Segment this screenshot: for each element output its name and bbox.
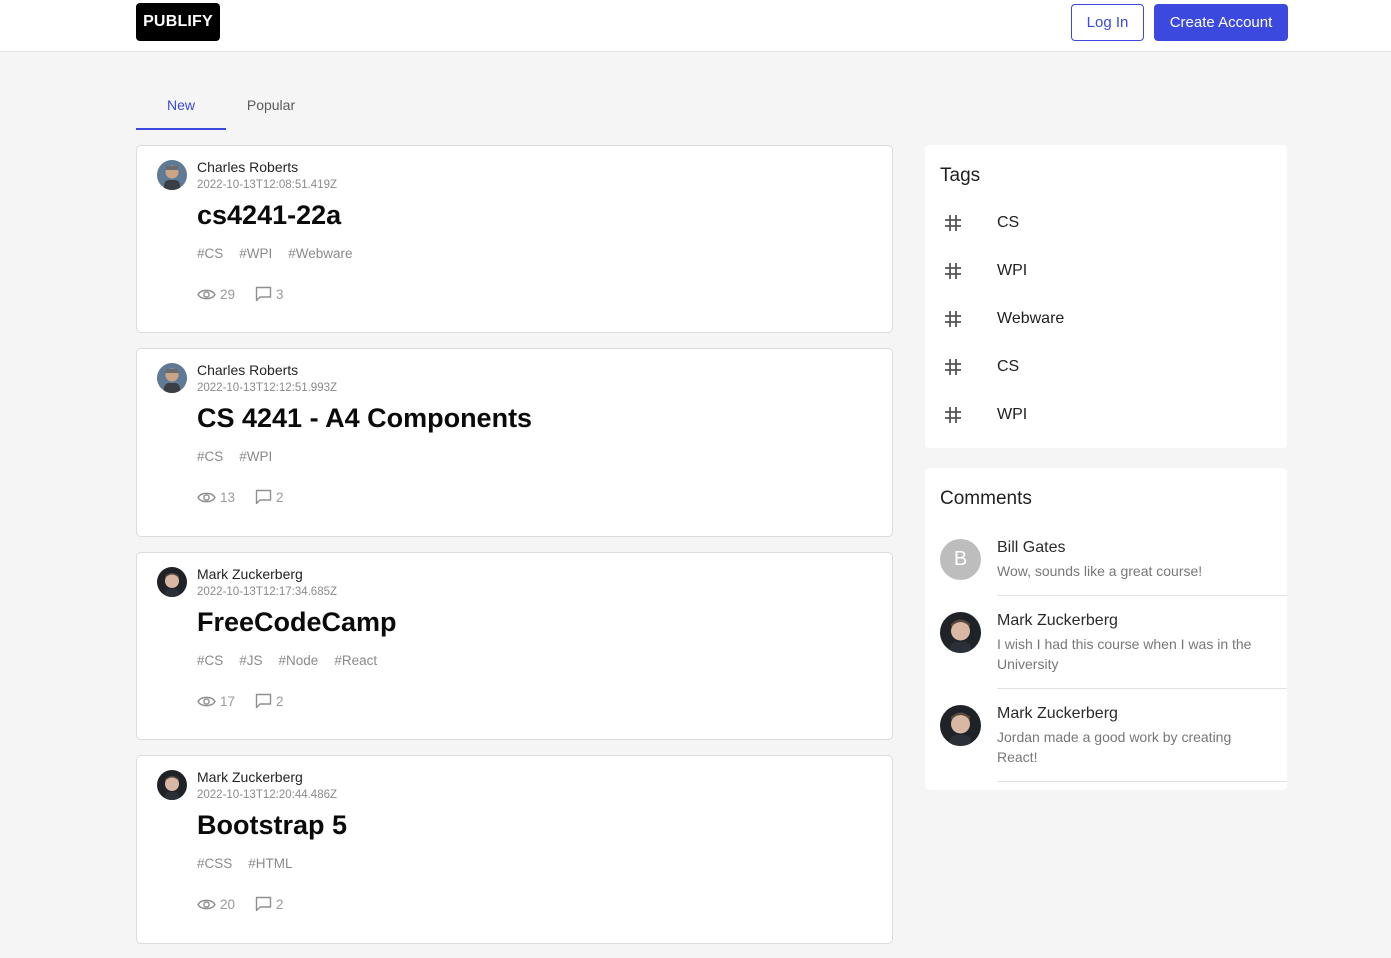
- post-stats: 13 2: [197, 489, 304, 505]
- post-card[interactable]: Mark Zuckerberg 2022-10-13T12:20:44.486Z…: [136, 755, 893, 944]
- tag-item[interactable]: WPI: [940, 400, 1280, 430]
- tag-item[interactable]: WPI: [940, 256, 1280, 286]
- post-card[interactable]: Mark Zuckerberg 2022-10-13T12:17:34.685Z…: [136, 552, 893, 740]
- eye-icon: [197, 492, 216, 502]
- eye-icon: [197, 696, 216, 706]
- views-stat: 13: [197, 490, 235, 505]
- post-title[interactable]: FreeCodeCamp: [197, 607, 397, 638]
- post-tag[interactable]: #CS: [197, 653, 223, 668]
- post-tag[interactable]: #WPI: [239, 449, 272, 464]
- tab-new[interactable]: New: [136, 90, 226, 130]
- commenter-avatar: B: [940, 539, 981, 580]
- views-stat: 29: [197, 287, 235, 302]
- views-stat: 17: [197, 694, 235, 709]
- post-tags: #CS #WPI: [197, 449, 272, 464]
- post-title[interactable]: cs4241-22a: [197, 200, 341, 231]
- post-date: 2022-10-13T12:17:34.685Z: [197, 586, 338, 598]
- post-tag[interactable]: #JS: [239, 653, 262, 668]
- post-card[interactable]: Charles Roberts 2022-10-13T12:08:51.419Z…: [136, 145, 893, 333]
- post-tag[interactable]: #CS: [197, 246, 223, 261]
- comment-icon: [255, 286, 272, 302]
- login-button[interactable]: Log In: [1071, 4, 1144, 41]
- hash-icon: [940, 358, 997, 376]
- comments-stat: 3: [255, 286, 284, 302]
- post-tags: #CS #WPI #Webware: [197, 246, 353, 261]
- tag-item[interactable]: CS: [940, 352, 1280, 382]
- post-tag[interactable]: #Webware: [288, 246, 352, 261]
- author-avatar[interactable]: [157, 770, 187, 800]
- post-tag[interactable]: #HTML: [248, 856, 292, 871]
- post-author[interactable]: Mark Zuckerberg: [197, 769, 303, 785]
- author-avatar[interactable]: [157, 567, 187, 597]
- logo[interactable]: PUBLIFY: [136, 3, 220, 41]
- comment-item[interactable]: Mark Zuckerberg I wish I had this course…: [940, 612, 1287, 688]
- commenter-name: Mark Zuckerberg: [997, 612, 1118, 629]
- author-avatar[interactable]: [157, 160, 187, 190]
- create-account-button[interactable]: Create Account: [1154, 4, 1288, 41]
- comment-icon: [255, 693, 272, 709]
- post-card[interactable]: Charles Roberts 2022-10-13T12:12:51.993Z…: [136, 348, 893, 537]
- views-stat: 20: [197, 897, 235, 912]
- divider: [997, 688, 1287, 689]
- eye-icon: [197, 289, 216, 299]
- commenter-name: Mark Zuckerberg: [997, 705, 1118, 722]
- post-author[interactable]: Mark Zuckerberg: [197, 566, 303, 582]
- comments-panel: Comments B Bill Gates Wow, sounds like a…: [925, 468, 1287, 790]
- divider: [997, 781, 1287, 782]
- divider: [997, 595, 1287, 596]
- comments-stat: 2: [255, 489, 284, 505]
- post-tags: #CSS #HTML: [197, 856, 293, 871]
- post-tag[interactable]: #React: [334, 653, 377, 668]
- eye-icon: [197, 899, 216, 909]
- post-tags: #CS #JS #Node #React: [197, 653, 377, 668]
- post-date: 2022-10-13T12:12:51.993Z: [197, 382, 338, 394]
- post-stats: 17 2: [197, 693, 304, 709]
- tags-title: Tags: [940, 165, 981, 186]
- post-date: 2022-10-13T12:20:44.486Z: [197, 789, 338, 801]
- post-tag[interactable]: #Node: [279, 653, 319, 668]
- post-tag[interactable]: #CS: [197, 449, 223, 464]
- post-title[interactable]: CS 4241 - A4 Components: [197, 403, 532, 434]
- hash-icon: [940, 214, 997, 232]
- post-title[interactable]: Bootstrap 5: [197, 810, 347, 841]
- tags-panel: Tags CS WPI Webware CS WPI: [925, 145, 1287, 448]
- post-tag[interactable]: #WPI: [239, 246, 272, 261]
- hash-icon: [940, 406, 997, 424]
- post-stats: 29 3: [197, 286, 304, 302]
- author-avatar[interactable]: [157, 363, 187, 393]
- commenter-name: Bill Gates: [997, 539, 1066, 556]
- comment-item[interactable]: Mark Zuckerberg Jordan made a good work …: [940, 705, 1287, 781]
- post-date: 2022-10-13T12:08:51.419Z: [197, 179, 338, 191]
- hash-icon: [940, 310, 997, 328]
- comment-text: Wow, sounds like a great course!: [997, 563, 1203, 579]
- comment-icon: [255, 489, 272, 505]
- post-stats: 20 2: [197, 896, 304, 912]
- comment-item[interactable]: B Bill Gates Wow, sounds like a great co…: [940, 539, 1287, 596]
- hash-icon: [940, 262, 997, 280]
- tab-popular[interactable]: Popular: [226, 90, 316, 130]
- post-tag[interactable]: #CSS: [197, 856, 232, 871]
- post-author[interactable]: Charles Roberts: [197, 362, 298, 378]
- comment-icon: [255, 896, 272, 912]
- post-author[interactable]: Charles Roberts: [197, 159, 298, 175]
- tag-item[interactable]: Webware: [940, 304, 1280, 334]
- comment-text: I wish I had this course when I was in t…: [997, 636, 1252, 672]
- commenter-avatar: [940, 705, 981, 746]
- top-navbar: PUBLIFY Log In Create Account: [0, 0, 1391, 52]
- tag-item[interactable]: CS: [940, 208, 1280, 238]
- commenter-avatar: [940, 612, 981, 653]
- comments-stat: 2: [255, 896, 284, 912]
- comments-title: Comments: [940, 488, 1032, 509]
- comment-text: Jordan made a good work by creating Reac…: [997, 729, 1232, 765]
- comments-stat: 2: [255, 693, 284, 709]
